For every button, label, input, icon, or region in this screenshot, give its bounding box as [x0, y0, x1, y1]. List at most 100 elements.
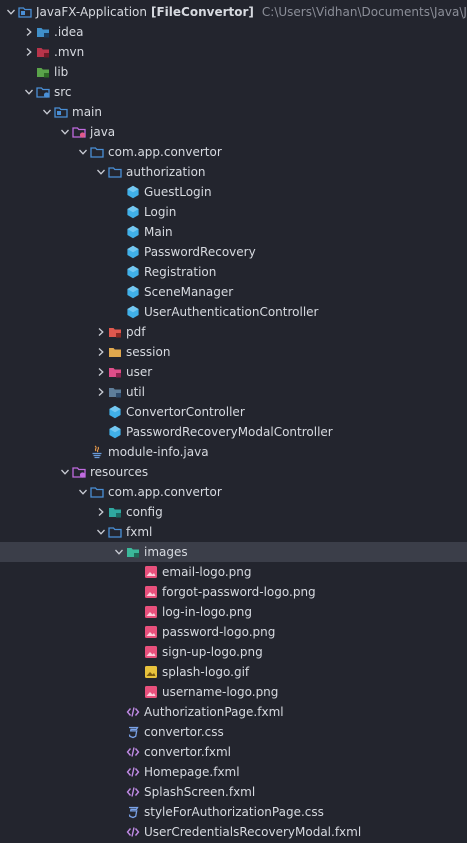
- expand-arrow-down-icon[interactable]: [76, 482, 90, 502]
- tree-item-label: password-logo.png: [162, 625, 276, 639]
- tree-item-label: UserCredentialsRecoveryModal.fxml: [144, 825, 362, 839]
- tree-row-file-module-info[interactable]: module-info.java: [0, 442, 467, 462]
- tree-row-file-convertor-css[interactable]: convertor.css: [0, 722, 467, 742]
- tree-row-folder-lib[interactable]: lib: [0, 62, 467, 82]
- png-image-icon: [144, 625, 158, 639]
- tree-row-resources-com-app-convertor[interactable]: com.app.convertor: [0, 482, 467, 502]
- tree-row-file-authorizationpage[interactable]: AuthorizationPage.fxml: [0, 702, 467, 722]
- tree-row-class-main[interactable]: Main: [0, 222, 467, 242]
- idea-folder-icon: [36, 25, 50, 39]
- tree-item-label: SplashScreen.fxml: [144, 785, 256, 799]
- tree-item-label: config: [126, 505, 163, 519]
- tree-row-file-homepage[interactable]: Homepage.fxml: [0, 762, 467, 782]
- tree-row-package-util[interactable]: util: [0, 382, 467, 402]
- tree-row-package-pdf[interactable]: pdf: [0, 322, 467, 342]
- tree-row-package-authorization[interactable]: authorization: [0, 162, 467, 182]
- expand-arrow-down-icon[interactable]: [40, 102, 54, 122]
- expand-arrow-down-icon[interactable]: [58, 122, 72, 142]
- tree-row-file-forgot-password-logo[interactable]: forgot-password-logo.png: [0, 582, 467, 602]
- tree-row-file-email-logo[interactable]: email-logo.png: [0, 562, 467, 582]
- config-folder-icon: [108, 505, 122, 519]
- project-tree: JavaFX-Application [FileConvertor] C:\User…: [0, 0, 467, 843]
- util-folder-icon: [108, 385, 122, 399]
- project-module-name: [FileConvertor]: [151, 5, 254, 19]
- tree-item-label: PasswordRecovery: [144, 245, 256, 259]
- css-file-icon: [126, 805, 140, 819]
- tree-row-folder-resources[interactable]: resources: [0, 462, 467, 482]
- tree-row-class-passwordrecovery[interactable]: PasswordRecovery: [0, 242, 467, 262]
- tree-item-label: module-info.java: [108, 445, 209, 459]
- tree-row-package-com-app-convertor[interactable]: com.app.convertor: [0, 142, 467, 162]
- tree-row-class-passwordrecoverymodalcontroller[interactable]: PasswordRecoveryModalController: [0, 422, 467, 442]
- tree-row-package-user[interactable]: user: [0, 362, 467, 382]
- tree-item-label: convertor.css: [144, 725, 224, 739]
- tree-item-label: lib: [54, 65, 69, 79]
- tree-row-folder-src[interactable]: src: [0, 82, 467, 102]
- tree-row-folder-idea[interactable]: .idea: [0, 22, 467, 42]
- tree-row-file-styleforauthorizationpage[interactable]: styleForAuthorizationPage.css: [0, 802, 467, 822]
- tree-item-label: user: [126, 365, 153, 379]
- java-class-icon: [126, 265, 140, 279]
- tree-row-file-convertor-fxml[interactable]: convertor.fxml: [0, 742, 467, 762]
- collapse-arrow-right-icon[interactable]: [22, 22, 36, 42]
- collapse-arrow-right-icon[interactable]: [22, 42, 36, 62]
- expand-arrow-down-icon[interactable]: [22, 82, 36, 102]
- collapse-arrow-right-icon[interactable]: [94, 362, 108, 382]
- tree-row-class-scenemanager[interactable]: SceneManager: [0, 282, 467, 302]
- expand-arrow-down-icon[interactable]: [58, 462, 72, 482]
- collapse-arrow-right-icon[interactable]: [94, 322, 108, 342]
- tree-item-label: authorization: [126, 165, 206, 179]
- tree-row-project-root[interactable]: JavaFX-Application [FileConvertor] C:\User…: [0, 2, 467, 22]
- tree-row-file-sign-up-logo[interactable]: sign-up-logo.png: [0, 642, 467, 662]
- expand-arrow-down-icon[interactable]: [4, 2, 18, 22]
- png-image-icon: [144, 605, 158, 619]
- expand-arrow-down-icon[interactable]: [94, 522, 108, 542]
- tree-row-file-usercredentialsrecoverymodal[interactable]: UserCredentialsRecoveryModal.fxml: [0, 822, 467, 842]
- tree-row-file-splash-logo[interactable]: splash-logo.gif: [0, 662, 467, 682]
- tree-row-folder-config[interactable]: config: [0, 502, 467, 522]
- expand-arrow-down-icon[interactable]: [112, 542, 126, 562]
- package-folder-icon: [90, 485, 104, 499]
- expand-arrow-down-icon[interactable]: [94, 162, 108, 182]
- tree-row-class-guestlogin[interactable]: GuestLogin: [0, 182, 467, 202]
- tree-row-folder-mvn[interactable]: .mvn: [0, 42, 467, 62]
- png-image-icon: [144, 585, 158, 599]
- collapse-arrow-right-icon[interactable]: [94, 502, 108, 522]
- png-image-icon: [144, 685, 158, 699]
- tree-row-class-convertorcontroller[interactable]: ConvertorController: [0, 402, 467, 422]
- tree-row-package-session[interactable]: session: [0, 342, 467, 362]
- tree-row-folder-images[interactable]: images: [0, 542, 467, 562]
- tree-row-folder-main[interactable]: main: [0, 102, 467, 122]
- user-folder-icon: [108, 365, 122, 379]
- java-class-icon: [126, 305, 140, 319]
- tree-row-class-userauthenticationcontroller[interactable]: UserAuthenticationController: [0, 302, 467, 322]
- tree-item-label: java: [90, 125, 116, 139]
- java-class-icon: [126, 285, 140, 299]
- fxml-file-icon: [126, 785, 140, 799]
- tree-row-class-registration[interactable]: Registration: [0, 262, 467, 282]
- tree-row-file-username-logo[interactable]: username-logo.png: [0, 682, 467, 702]
- tree-row-folder-java[interactable]: java: [0, 122, 467, 142]
- collapse-arrow-right-icon[interactable]: [94, 342, 108, 362]
- tree-item-label: Registration: [144, 265, 217, 279]
- tree-item-label: PasswordRecoveryModalController: [126, 425, 333, 439]
- tree-item-label: GuestLogin: [144, 185, 212, 199]
- mvn-folder-icon: [36, 45, 50, 59]
- tree-row-file-splashscreen[interactable]: SplashScreen.fxml: [0, 782, 467, 802]
- session-folder-icon: [108, 345, 122, 359]
- collapse-arrow-right-icon[interactable]: [94, 382, 108, 402]
- java-class-icon: [126, 225, 140, 239]
- expand-arrow-down-icon[interactable]: [76, 142, 90, 162]
- tree-item-label: Login: [144, 205, 177, 219]
- tree-row-class-login[interactable]: Login: [0, 202, 467, 222]
- tree-row-folder-fxml[interactable]: fxml: [0, 522, 467, 542]
- tree-item-label: resources: [90, 465, 149, 479]
- tree-item-label: com.app.convertor: [108, 485, 222, 499]
- package-folder-icon: [90, 145, 104, 159]
- tree-row-file-log-in-logo[interactable]: log-in-logo.png: [0, 602, 467, 622]
- tree-item-label: forgot-password-logo.png: [162, 585, 316, 599]
- fxml-file-icon: [126, 745, 140, 759]
- tree-item-label: SceneManager: [144, 285, 234, 299]
- tree-item-label: UserAuthenticationController: [144, 305, 319, 319]
- tree-row-file-password-logo[interactable]: password-logo.png: [0, 622, 467, 642]
